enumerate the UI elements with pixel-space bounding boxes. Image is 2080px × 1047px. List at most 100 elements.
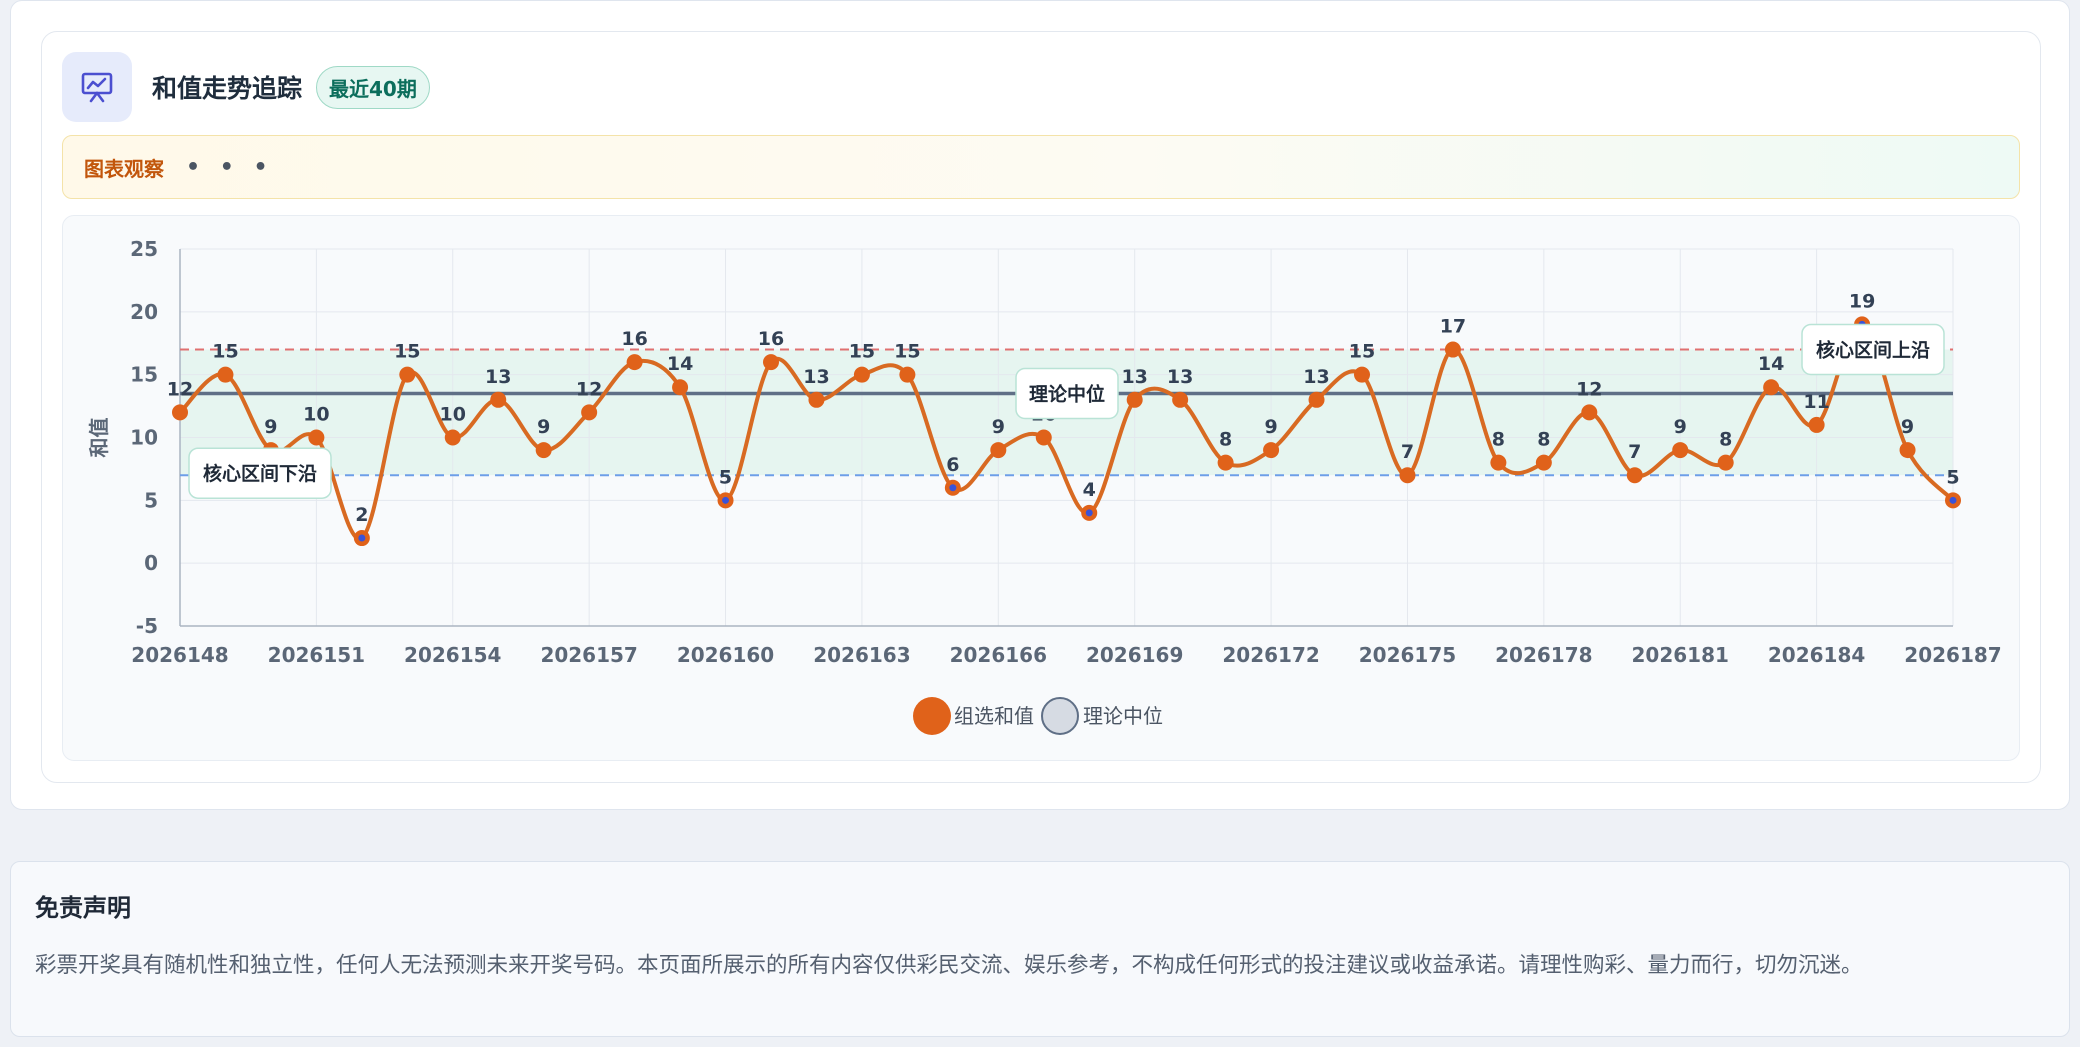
data-point [1126, 391, 1143, 408]
trend-card: 和值走势追踪 最近40期 图表观察 • • • -5 0 5 10 15 20 25 2026… [10, 0, 2070, 810]
legend-label-median: 理论中位 [1083, 704, 1163, 728]
x-tick-label: 2026166 [950, 643, 1047, 667]
data-label: 9 [264, 416, 277, 438]
data-point [399, 366, 416, 383]
data-point [1808, 416, 1825, 433]
legend-marker-median [1041, 697, 1079, 735]
x-tick-label: 2026157 [540, 643, 637, 667]
data-label: 12 [1576, 378, 1602, 400]
y-axis-label: 和值 [87, 418, 111, 458]
data-label: 14 [667, 353, 693, 375]
data-point [1444, 341, 1461, 358]
legend-marker-sum [913, 697, 951, 735]
disclaimer-text: 彩票开奖具有随机性和独立性，任何人无法预测未来开奖号码。本页面所展示的所有内容仅… [35, 953, 1863, 978]
data-point-outlier-marker [1949, 496, 1957, 504]
data-point [990, 442, 1007, 459]
data-label: 9 [1674, 416, 1687, 438]
data-label: 8 [1219, 429, 1232, 451]
x-tick-label: 2026181 [1632, 643, 1729, 667]
lower-reference-label: 核心区间下沿 [203, 462, 317, 485]
y-tick-label: 5 [144, 488, 158, 512]
data-label: 13 [1121, 366, 1147, 388]
data-point [1399, 467, 1416, 484]
upper-reference-label: 核心区间上沿 [1816, 339, 1930, 362]
data-point [1899, 442, 1916, 459]
data-point [490, 391, 507, 408]
x-tick-label: 2026151 [268, 643, 365, 667]
x-tick-label: 2026178 [1495, 643, 1592, 667]
data-point [308, 429, 325, 446]
data-label: 13 [803, 366, 829, 388]
data-label: 8 [1719, 429, 1732, 451]
x-tick-label: 2026160 [677, 643, 774, 667]
sum-trend-chart: -505101520252026148 2026151 2026154 2026157… [87, 237, 2002, 735]
data-point-outlier-marker [1085, 509, 1093, 517]
data-label: 10 [303, 404, 329, 426]
chart-panel: -5 0 5 10 15 20 25 2026148 2026151 2026154 2026157… [62, 215, 2020, 761]
data-point-outlier-marker [722, 496, 730, 504]
y-tick-label: 15 [130, 363, 158, 387]
data-label: 19 [1849, 290, 1875, 312]
legend-label-sum: 组选和值 [954, 704, 1034, 728]
data-point [1172, 391, 1189, 408]
data-label: 13 [485, 366, 511, 388]
x-tick-label: 2026184 [1768, 643, 1865, 667]
data-point [808, 391, 825, 408]
data-point [1717, 454, 1734, 471]
data-point [1626, 467, 1643, 484]
data-label: 6 [946, 454, 959, 476]
trend-inner-card: 和值走势追踪 最近40期 图表观察 • • • -5 0 5 10 15 20 25 2026… [41, 31, 2041, 783]
data-label: 13 [1167, 366, 1193, 388]
data-point-outlier-marker [949, 484, 957, 492]
data-label: 15 [394, 341, 420, 363]
x-tick-label: 2026154 [404, 643, 501, 667]
data-label: 9 [992, 416, 1005, 438]
data-point [1308, 391, 1325, 408]
data-point [535, 442, 552, 459]
data-label: 4 [1083, 479, 1096, 501]
y-tick-label: 25 [130, 237, 158, 261]
x-tick-label: 2026187 [1904, 643, 2001, 667]
data-point [899, 366, 916, 383]
data-label: 17 [1440, 316, 1466, 338]
data-point [217, 366, 234, 383]
data-label: 12 [167, 378, 193, 400]
data-label: 15 [1349, 341, 1375, 363]
disclaimer-title: 免责声明 [35, 894, 131, 922]
x-tick-label: 2026169 [1086, 643, 1183, 667]
data-label: 16 [621, 328, 647, 350]
data-label: 13 [1303, 366, 1329, 388]
data-point-outlier-marker [358, 534, 366, 542]
data-label: 15 [212, 341, 238, 363]
data-label: 9 [537, 416, 550, 438]
data-point [1354, 366, 1370, 383]
data-point [1763, 379, 1780, 396]
data-point [581, 404, 598, 421]
data-point [626, 354, 643, 371]
data-label: 14 [1758, 353, 1784, 375]
median-reference-label: 理论中位 [1029, 383, 1105, 406]
data-label: 2 [355, 504, 368, 526]
data-point [1035, 429, 1052, 446]
data-point [1263, 442, 1280, 459]
data-label: 12 [576, 378, 602, 400]
data-point [172, 404, 188, 421]
data-point [1672, 442, 1689, 459]
data-label: 15 [849, 341, 875, 363]
data-point [444, 429, 461, 446]
data-label: 9 [1264, 416, 1277, 438]
disclaimer-section: 免责声明 彩票开奖具有随机性和独立性，任何人无法预测未来开奖号码。本页面所展示的… [10, 861, 2070, 1037]
data-label: 10 [440, 404, 466, 426]
data-point [672, 379, 689, 396]
data-label: 16 [758, 328, 784, 350]
data-label: 7 [1401, 441, 1414, 463]
data-label: 11 [1803, 391, 1829, 413]
data-point [853, 366, 870, 383]
data-point [1217, 454, 1234, 471]
data-label: 8 [1537, 429, 1550, 451]
data-label: 8 [1492, 429, 1505, 451]
y-tick-label: 10 [130, 426, 158, 450]
data-label: 5 [719, 466, 732, 488]
data-point [1535, 454, 1552, 471]
data-label: 9 [1901, 416, 1914, 438]
